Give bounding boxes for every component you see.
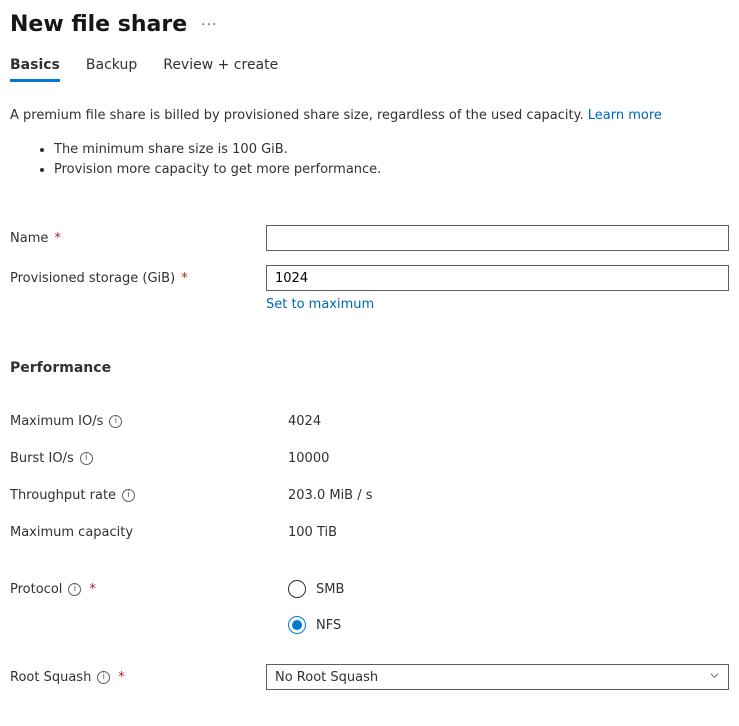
required-marker: * [177,271,188,286]
max-io-label: Maximum IO/s [10,414,103,429]
required-marker: * [50,231,61,246]
intro-text: A premium file share is billed by provis… [10,106,729,126]
storage-input[interactable] [266,265,729,291]
info-icon[interactable]: i [122,489,135,502]
root-squash-value: No Root Squash [275,670,378,685]
tab-backup[interactable]: Backup [86,57,137,82]
root-squash-select[interactable]: No Root Squash [266,664,729,690]
name-label: Name * [10,231,266,246]
storage-label: Provisioned storage (GiB) * [10,271,266,286]
info-icon[interactable]: i [109,415,122,428]
bullet-more-capacity: Provision more capacity to get more perf… [54,160,729,181]
tab-basics[interactable]: Basics [10,57,60,82]
radio-checked-icon [288,616,306,634]
throughput-value: 203.0 MiB / s [288,488,373,503]
required-marker: * [118,670,125,685]
required-marker: * [89,582,96,597]
info-icon[interactable]: i [68,583,81,596]
burst-io-label: Burst IO/s [10,451,74,466]
performance-heading: Performance [10,360,729,376]
protocol-nfs-label: NFS [316,618,341,633]
name-label-text: Name [10,231,48,246]
protocol-smb-label: SMB [316,582,344,597]
learn-more-link[interactable]: Learn more [588,108,662,123]
throughput-label: Throughput rate [10,488,116,503]
protocol-label: Protocol [10,582,62,597]
max-io-value: 4024 [288,414,321,429]
info-icon[interactable]: i [80,452,93,465]
bullet-min-size: The minimum share size is 100 GiB. [54,140,729,161]
name-input[interactable] [266,225,729,251]
intro-body: A premium file share is billed by provis… [10,108,588,123]
storage-label-text: Provisioned storage (GiB) [10,271,175,286]
more-icon[interactable]: ··· [201,17,217,33]
page-title: New file share [10,12,187,37]
info-icon[interactable]: i [97,671,110,684]
root-squash-label: Root Squash [10,670,91,685]
max-cap-value: 100 TiB [288,525,337,540]
max-cap-label: Maximum capacity [10,525,133,540]
radio-unchecked-icon [288,580,306,598]
protocol-nfs-radio[interactable]: NFS [288,616,344,634]
tab-review[interactable]: Review + create [163,57,278,82]
burst-io-value: 10000 [288,451,329,466]
chevron-down-icon [709,670,720,685]
protocol-smb-radio[interactable]: SMB [288,580,344,598]
intro-bullets: The minimum share size is 100 GiB. Provi… [54,140,729,182]
set-to-maximum-link[interactable]: Set to maximum [266,297,374,312]
tabs: Basics Backup Review + create [10,57,729,82]
